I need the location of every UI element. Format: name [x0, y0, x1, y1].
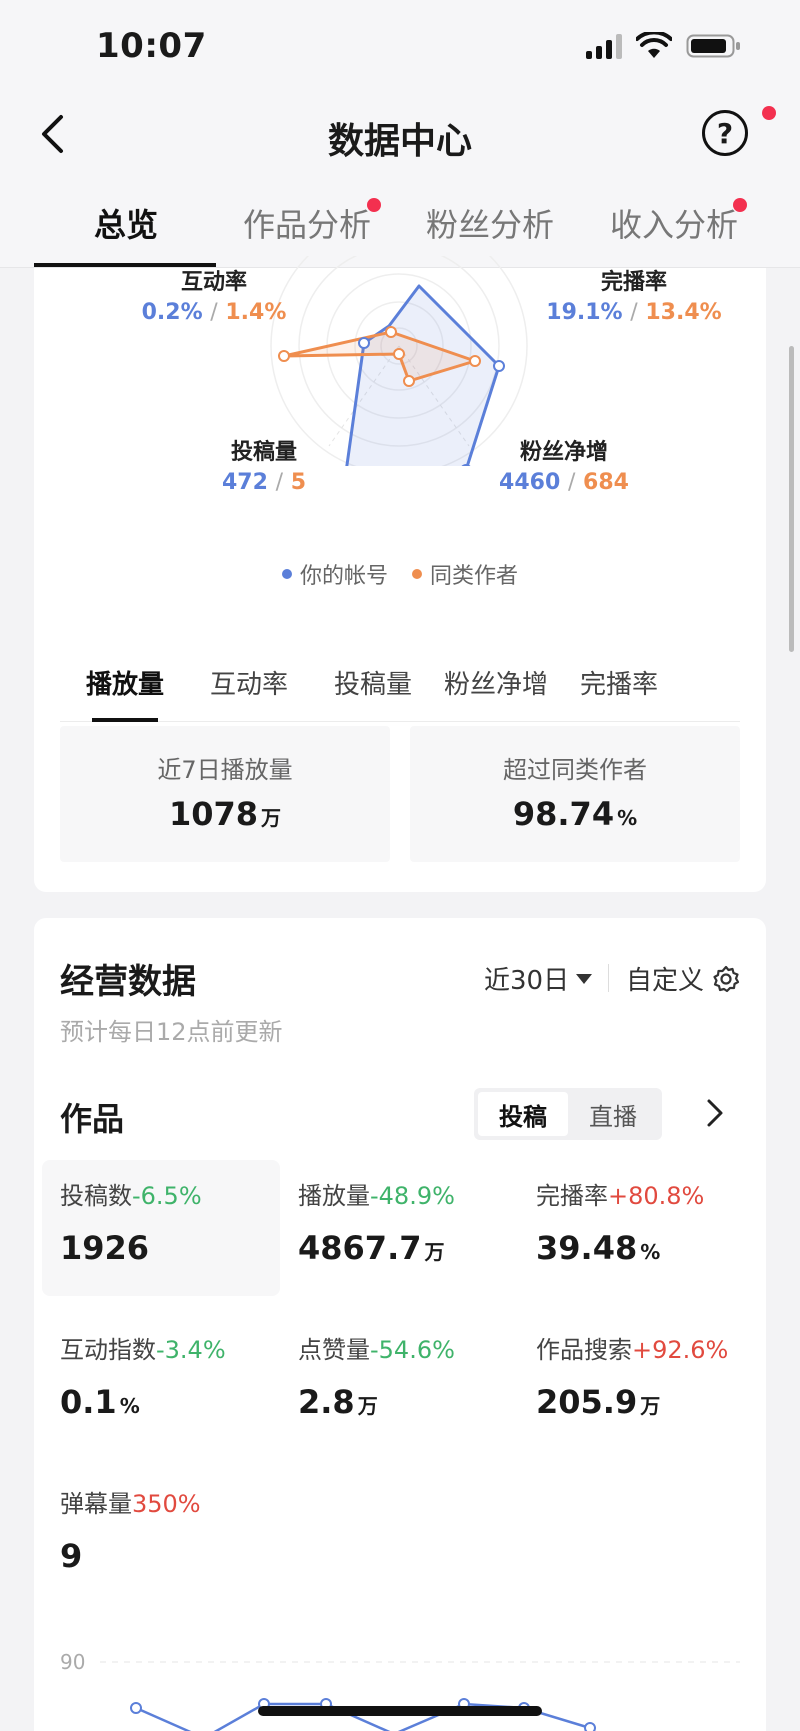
- radar-point: [393, 348, 405, 360]
- date-range-select[interactable]: 近30日: [484, 960, 593, 997]
- radar-label-net-fans: 粉丝净增 4460 / 684: [499, 440, 629, 495]
- radar-label-posts: 投稿量 472 / 5: [221, 440, 306, 495]
- subtab-completion[interactable]: 完播率: [580, 664, 658, 701]
- tab-fans-analysis[interactable]: 粉丝分析: [426, 200, 554, 246]
- wifi-icon: [636, 32, 672, 58]
- radar-point: [493, 360, 505, 372]
- tab-overview[interactable]: 总览: [94, 200, 158, 246]
- help-button[interactable]: ?: [702, 110, 748, 156]
- section-title: 经营数据: [60, 962, 196, 1002]
- metric-subtabs: 播放量 互动率 投稿量 粉丝净增 完播率: [60, 646, 740, 722]
- segment-posts[interactable]: 投稿: [478, 1092, 568, 1136]
- tab-badge-dot: [367, 198, 381, 212]
- main-tabs: 总览 作品分析 粉丝分析 收入分析: [0, 178, 800, 268]
- legend-item-mine: 你的帐号: [281, 558, 388, 590]
- metric-likes[interactable]: 点赞量-54.6% 2.8 万: [280, 1314, 518, 1450]
- trend-chart: 90: [34, 1638, 766, 1731]
- radar-point: [469, 355, 481, 367]
- works-title: 作品: [60, 1100, 125, 1138]
- radar-point: [461, 464, 471, 466]
- metric-plays[interactable]: 播放量-48.9% 4867.7 万: [280, 1160, 518, 1296]
- subtab-net-fans[interactable]: 粉丝净增: [444, 664, 548, 701]
- trend-point: [584, 1722, 596, 1731]
- works-segment-control: 投稿 直播: [474, 1088, 662, 1140]
- status-icons: [586, 32, 742, 60]
- customize-button[interactable]: 自定义: [626, 960, 740, 997]
- metric-works-search[interactable]: 作品搜索+92.6% 205.9 万: [518, 1314, 756, 1450]
- chevron-right-icon: [707, 1099, 723, 1127]
- metric-completion[interactable]: 完播率+80.8% 39.48%: [518, 1160, 756, 1296]
- radar-label-completion: 完播率 19.1% / 13.4%: [546, 270, 722, 325]
- home-indicator[interactable]: [258, 1706, 542, 1716]
- subtab-plays[interactable]: 播放量: [86, 664, 164, 701]
- radar-point: [403, 375, 415, 387]
- status-time: 10:07: [96, 26, 207, 66]
- tab-income-analysis[interactable]: 收入分析: [610, 200, 738, 246]
- metric-danmaku[interactable]: 弹幕量350% 9: [42, 1468, 280, 1604]
- metric-posts[interactable]: 投稿数-6.5% 1926: [42, 1160, 280, 1296]
- battery-icon: [686, 34, 740, 58]
- status-bar: 10:07: [0, 0, 800, 92]
- tab-works-analysis[interactable]: 作品分析: [243, 200, 371, 246]
- scrollbar[interactable]: [789, 346, 794, 652]
- legend-dot: [281, 569, 292, 579]
- business-card: 经营数据 预计每日12点前更新 近30日 自定义 作品 投稿 直播 投稿数-6.…: [34, 918, 766, 1731]
- stat-beat-peers: 超过同类作者 98.74%: [410, 726, 740, 862]
- cellular-signal-icon: [586, 33, 622, 59]
- subtab-interaction[interactable]: 互动率: [210, 664, 288, 701]
- legend-dot: [412, 569, 422, 579]
- works-more-button[interactable]: [706, 1098, 724, 1132]
- section-subtitle: 预计每日12点前更新: [60, 1018, 283, 1046]
- radar-point: [358, 337, 370, 349]
- legend-item-peer: 同类作者: [412, 558, 518, 590]
- tab-badge-dot: [733, 198, 747, 212]
- radar-label-interaction: 互动率 0.2% / 1.4%: [141, 270, 287, 325]
- subtab-underline: [92, 718, 158, 722]
- trend-point: [130, 1702, 142, 1714]
- navbar: 数据中心 ?: [0, 92, 800, 178]
- overview-card: 互动率 0.2% / 1.4% 完播率 19.1% / 13.4% 投稿量 47…: [34, 256, 766, 892]
- radar-point: [278, 350, 290, 362]
- gear-icon: [713, 965, 740, 992]
- radar-legend: 你的帐号 同类作者: [34, 558, 766, 590]
- segment-live[interactable]: 直播: [568, 1092, 658, 1136]
- caret-down-icon: [576, 973, 593, 984]
- subtab-posts[interactable]: 投稿量: [334, 664, 412, 701]
- divider: [608, 964, 609, 992]
- notification-dot: [762, 106, 776, 120]
- page-title: 数据中心: [327, 121, 472, 162]
- help-icon: ?: [716, 116, 734, 150]
- metric-interaction-index[interactable]: 互动指数-3.4% 0.1%: [42, 1314, 280, 1450]
- radar-point: [385, 326, 397, 338]
- stat-recent-plays: 近7日播放量 1078 万: [60, 726, 390, 862]
